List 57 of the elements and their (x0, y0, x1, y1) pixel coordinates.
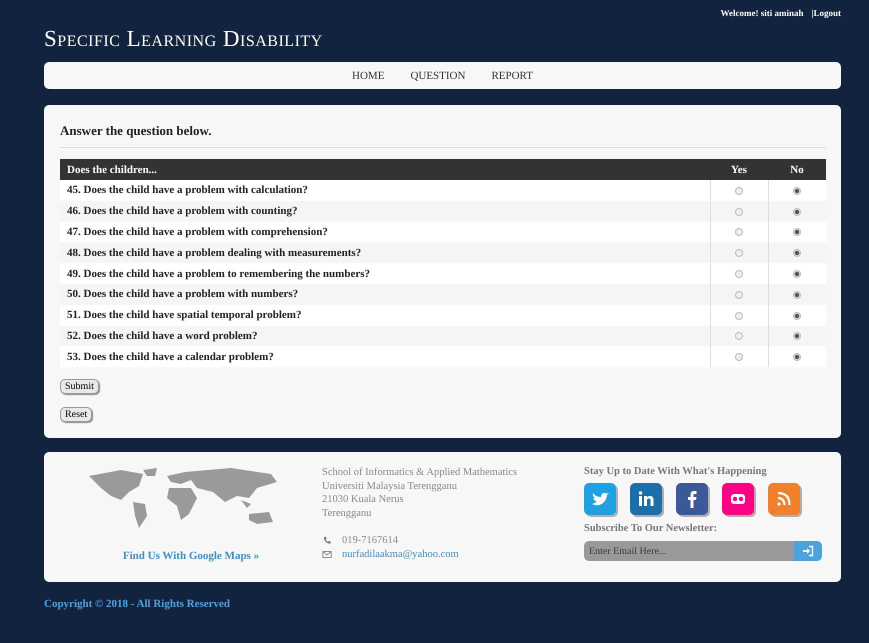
no-radio[interactable] (793, 290, 802, 299)
site-title: Specific Learning Disability (44, 26, 324, 52)
sign-in-icon (802, 545, 814, 558)
address-line: Terengganu (322, 506, 372, 520)
email-input[interactable]: Enter Email Here... (584, 541, 794, 562)
submit-button[interactable]: Submit (60, 379, 99, 394)
question-text: 45. Does the child have a problem with calculation? (60, 180, 710, 201)
question-text: 50. Does the child have a problem with numbers? (60, 284, 710, 305)
welcome-text: Welcome! siti aminah (720, 8, 804, 18)
column-header: Does the children... (60, 159, 710, 180)
no-radio[interactable] (793, 353, 802, 362)
no-radio[interactable] (793, 332, 802, 340)
question-text: 48. Does the child have a problem dealing with measurements? (60, 242, 710, 264)
question-text: 52. Does the child have a word problem? (60, 326, 710, 346)
question-text: 47. Does the child have a problem with comprehension? (60, 222, 710, 242)
bird-icon[interactable] (584, 483, 620, 520)
address-line: School of Informatics & Applied Mathematics (322, 466, 518, 480)
nav-link[interactable]: QUESTION (410, 70, 466, 82)
address-line: Universiti Malaysia Terengganu (322, 480, 458, 494)
reset-button[interactable]: Reset (60, 407, 92, 422)
no-radio[interactable] (793, 186, 802, 195)
no-radio[interactable] (793, 270, 802, 278)
yes-radio[interactable] (735, 353, 743, 362)
yes-radio[interactable] (735, 332, 743, 340)
rss-icon[interactable] (768, 483, 804, 520)
no-radio[interactable] (793, 208, 802, 216)
question-text: 49. Does the child have a problem to remembering the numbers? (60, 263, 710, 284)
yes-radio[interactable] (735, 290, 743, 299)
phone-icon (322, 536, 332, 546)
column-header: Yes (710, 159, 768, 180)
yes-radio[interactable] (735, 186, 743, 195)
yes-radio[interactable] (735, 270, 743, 278)
address-line: 21030 Kuala Nerus (322, 493, 405, 507)
envelope-icon (322, 550, 332, 559)
linkedin-icon[interactable] (630, 483, 666, 520)
subscribe-button[interactable] (794, 541, 822, 562)
phone-number: 019-7167614 (342, 534, 398, 548)
logout-link[interactable]: |Logout (812, 8, 841, 18)
facebook-icon[interactable] (676, 483, 712, 520)
yes-radio[interactable] (735, 208, 743, 216)
no-radio[interactable] (793, 249, 802, 258)
question-text: 51. Does the child have spatial temporal problem? (60, 304, 710, 326)
nav-link[interactable]: REPORT (491, 70, 533, 82)
yes-radio[interactable] (735, 249, 743, 258)
social-heading: Stay Up to Date With What's Happening (584, 466, 768, 478)
column-header: No (768, 159, 826, 180)
question-text: 46. Does the child have a problem with counting? (60, 200, 710, 222)
copyright-text: Copyright © 2018 - All Rights Reserved (44, 598, 232, 610)
two-dots-icon[interactable] (722, 483, 758, 520)
nav-link[interactable]: HOME (352, 70, 384, 82)
newsletter-heading: Subscribe To Our Newsletter: (584, 523, 718, 534)
yes-radio[interactable] (735, 228, 743, 236)
form-heading: Answer the question below. (60, 123, 826, 148)
no-radio[interactable] (793, 228, 802, 236)
no-radio[interactable] (793, 312, 802, 320)
question-text: 53. Does the child have a calendar problem? (60, 346, 710, 368)
yes-radio[interactable] (735, 312, 743, 320)
